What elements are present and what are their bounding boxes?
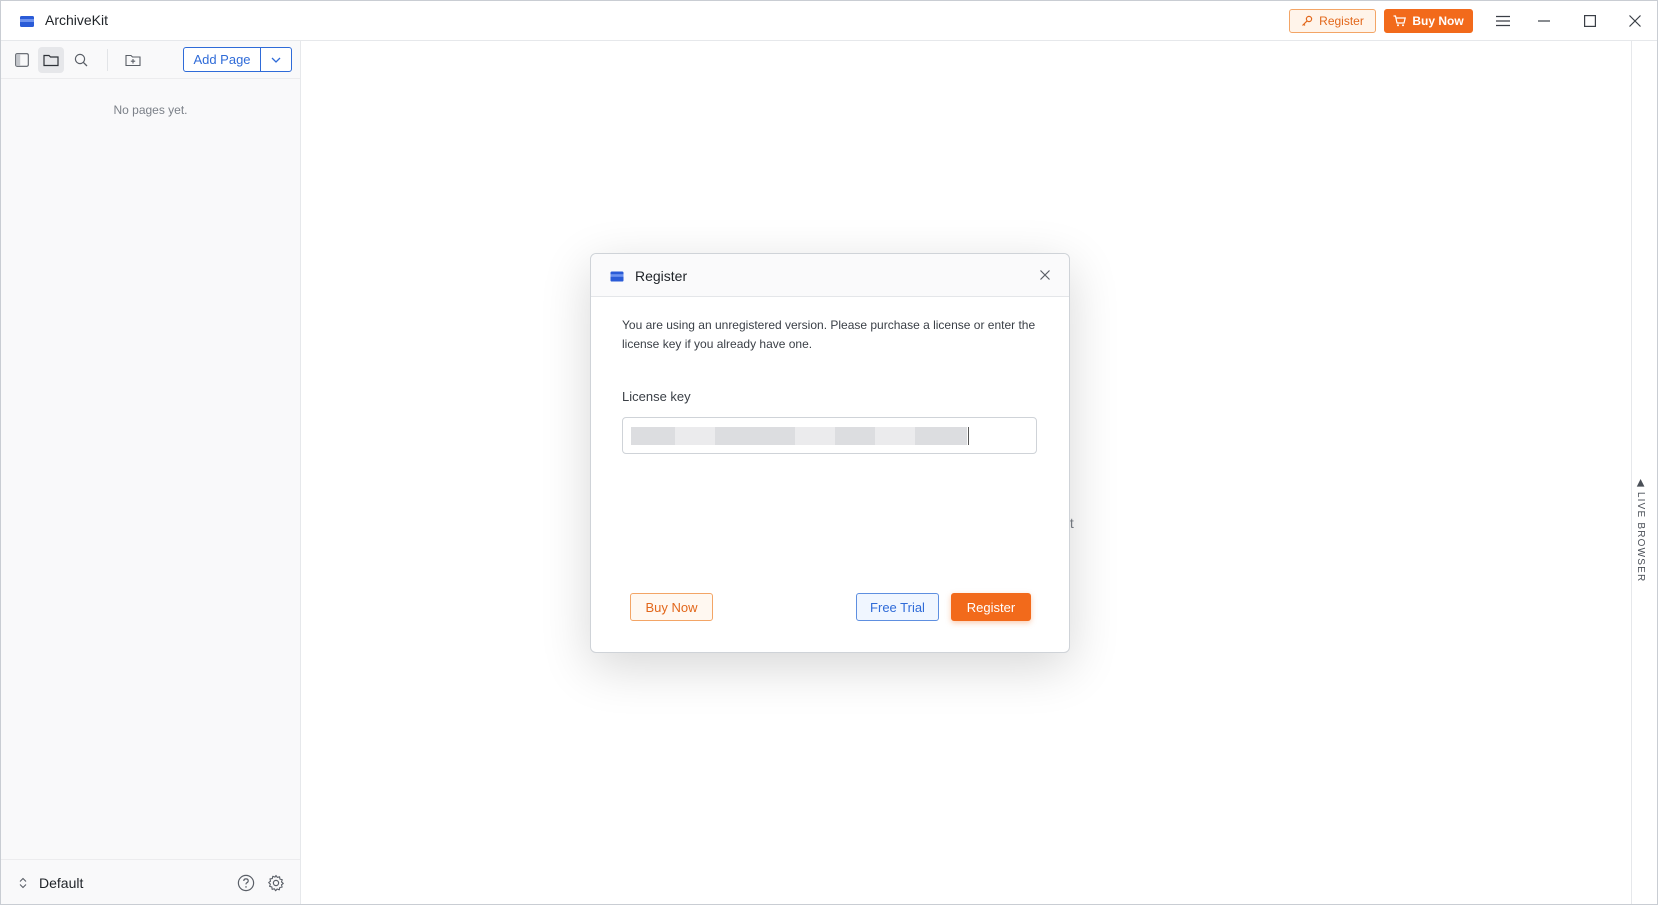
pages-tab-button[interactable] [38, 47, 64, 73]
license-key-redacted-value [631, 426, 969, 445]
empty-pages-text: No pages yet. [113, 103, 188, 117]
sidebar-toolbar: Add Page [1, 41, 300, 79]
menu-icon [1496, 15, 1510, 27]
new-folder-button[interactable] [120, 47, 146, 73]
dialog-header: Register [591, 254, 1069, 297]
help-button[interactable] [234, 871, 258, 895]
live-browser-label: LIVE BROWSER [1635, 491, 1646, 583]
toolbar-divider [107, 49, 108, 71]
close-window-button[interactable] [1625, 11, 1645, 31]
dialog-buynow-button[interactable]: Buy Now [630, 593, 713, 621]
dialog-description: You are using an unregistered version. P… [622, 318, 1036, 351]
sidebar: Add Page No pages yet. Default [1, 41, 301, 904]
chevron-down-icon [271, 57, 281, 63]
add-page-split-button: Add Page [183, 47, 292, 72]
cart-icon [1393, 15, 1407, 27]
dialog-register-button[interactable]: Register [951, 593, 1031, 621]
sidebar-footer: Default [1, 859, 300, 904]
app-logo-icon [610, 271, 624, 282]
settings-button[interactable] [264, 871, 288, 895]
folder-icon [43, 54, 59, 67]
gear-icon [268, 874, 284, 892]
minimize-button[interactable] [1534, 11, 1554, 31]
license-key-label: License key [622, 389, 691, 404]
add-page-dropdown-button[interactable] [260, 48, 291, 71]
license-key-input[interactable] [622, 417, 1037, 454]
sidebar-toggle-icon [15, 53, 29, 67]
title-bar: ArchiveKit Register Buy Now [1, 1, 1657, 41]
dialog-title: Register [635, 268, 688, 284]
updown-chevron-icon [19, 877, 27, 889]
dialog-close-button[interactable] [1037, 267, 1053, 283]
titlebar-register-label: Register [1319, 14, 1364, 28]
free-trial-button[interactable]: Free Trial [856, 593, 939, 621]
search-icon [74, 53, 88, 67]
maximize-icon [1584, 15, 1596, 27]
vault-switcher[interactable]: Default [19, 872, 83, 894]
live-browser-toggle[interactable]: ◀ LIVE BROWSER [1635, 479, 1646, 582]
vault-name: Default [39, 875, 84, 891]
minimize-icon [1538, 20, 1550, 22]
live-browser-panel[interactable]: ◀ LIVE BROWSER [1631, 41, 1657, 904]
app-logo-icon [20, 16, 34, 27]
app-window: ArchiveKit Register Buy Now Add Page No … [0, 0, 1658, 905]
titlebar-buynow-button[interactable]: Buy Now [1384, 9, 1473, 33]
titlebar-register-button[interactable]: Register [1289, 9, 1376, 33]
menu-button[interactable] [1493, 11, 1513, 31]
search-button[interactable] [68, 47, 94, 73]
help-icon [237, 874, 255, 892]
sidebar-toggle-button[interactable] [9, 47, 35, 73]
app-title: ArchiveKit [45, 12, 109, 28]
live-browser-arrow-icon: ◀ [1635, 479, 1646, 492]
close-icon [1629, 15, 1641, 27]
close-icon [1040, 270, 1050, 280]
key-icon [1302, 15, 1313, 26]
new-folder-icon [125, 54, 141, 67]
register-dialog: Register You are using an unregistered v… [590, 253, 1070, 653]
titlebar-buynow-label: Buy Now [1412, 14, 1464, 28]
maximize-button[interactable] [1580, 11, 1600, 31]
add-page-button[interactable]: Add Page [184, 48, 260, 71]
